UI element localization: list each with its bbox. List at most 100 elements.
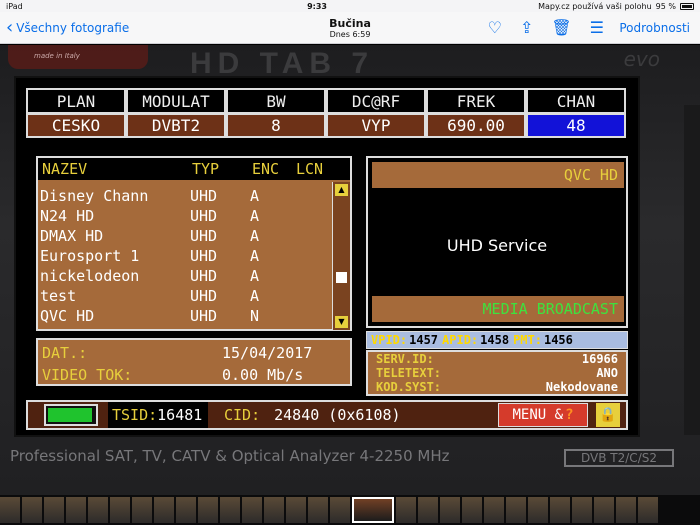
- col-dcrf: DC@RF VYP: [326, 88, 426, 138]
- value-modulat: DVBT2: [126, 113, 226, 138]
- service-name: Disney Chann: [40, 187, 149, 205]
- serv-id-value: 16966: [581, 352, 618, 366]
- thumbnail[interactable]: [506, 497, 526, 523]
- thumbnail[interactable]: [572, 497, 592, 523]
- photo-view[interactable]: made in Italy HD TAB 7 evo PLAN CESKO MOD…: [0, 45, 700, 495]
- header-lcn: LCN: [296, 160, 324, 178]
- thumbnail[interactable]: [616, 497, 636, 523]
- scroll-up-icon[interactable]: ▲: [335, 184, 348, 196]
- pid-strip: VPID: 1457 APID: 1458 PMT: 1456: [366, 331, 628, 349]
- back-button[interactable]: ‹ Všechny fotografie: [6, 18, 176, 37]
- location-note: Mapy.cz používá vaši polohu: [538, 1, 652, 11]
- thumbnail[interactable]: [638, 497, 658, 523]
- thumbnail-selected[interactable]: [352, 497, 394, 523]
- header-modulat: MODULAT: [126, 88, 226, 113]
- service-enc: A: [250, 227, 260, 245]
- service-list-header: NAZEV TYP ENC LCN: [38, 158, 350, 180]
- serv-id-label: SERV.ID:: [376, 352, 434, 366]
- service-enc: A: [250, 287, 260, 305]
- thumbnail[interactable]: [550, 497, 570, 523]
- thumbnail-strip[interactable]: [0, 495, 700, 525]
- header-plan: PLAN: [26, 88, 126, 113]
- pmt-value: 1456: [543, 333, 573, 347]
- thumbnail[interactable]: [88, 497, 108, 523]
- cas-row: KOD.SYST: Nekodovane: [368, 380, 626, 394]
- photo-date: Dnes 6:59: [329, 29, 371, 39]
- battery-percent: 95 %: [655, 1, 676, 11]
- header-chan: CHAN: [526, 88, 626, 113]
- thumbnail[interactable]: [66, 497, 86, 523]
- info-panel: DAT.: 15/04/2017 VIDEO TOK: 0.00 Mb/s: [36, 338, 352, 386]
- list-item[interactable]: test UHD A: [40, 286, 290, 306]
- service-type: UHD: [190, 307, 218, 325]
- analyzer-screen: PLAN CESKO MODULAT DVBT2 BW 8 DC@RF VYP FREK…: [14, 76, 640, 437]
- list-scrollbar[interactable]: ▲ ▼: [332, 182, 350, 330]
- thumbnail[interactable]: [484, 497, 504, 523]
- nav-title-block: Bučina Dnes 6:59: [250, 17, 450, 39]
- service-type: UHD: [190, 247, 218, 265]
- nav-actions: ♡ ⇪ 🗑 ☰: [488, 18, 604, 37]
- share-icon[interactable]: ⇪: [520, 18, 533, 37]
- thumbnail[interactable]: [220, 497, 240, 523]
- bottom-bar: TSID: 16481 CID: 24840 (0x6108) MENU &? 🔒: [26, 400, 628, 430]
- thumbnail[interactable]: [264, 497, 284, 523]
- teletext-value: ANO: [596, 366, 618, 380]
- thumbnail[interactable]: [528, 497, 548, 523]
- service-enc: A: [250, 247, 260, 265]
- scroll-thumb[interactable]: [336, 272, 347, 283]
- thumbnail[interactable]: [22, 497, 42, 523]
- thumbnail[interactable]: [440, 497, 460, 523]
- service-list: NAZEV TYP ENC LCN Disney Chann UHD A N24 H…: [36, 156, 352, 331]
- thumbnail[interactable]: [594, 497, 614, 523]
- adjust-icon[interactable]: ☰: [590, 18, 604, 37]
- heart-icon[interactable]: ♡: [488, 18, 502, 37]
- service-type: UHD: [190, 267, 218, 285]
- list-item[interactable]: Disney Chann UHD A: [40, 186, 290, 206]
- thumbnail[interactable]: [176, 497, 196, 523]
- ios-status-bar: iPad 9:33 Mapy.cz používá vaši polohu 95…: [0, 0, 700, 12]
- thumbnail[interactable]: [0, 497, 20, 523]
- col-chan: CHAN 48: [526, 88, 626, 138]
- thumbnail[interactable]: [396, 497, 416, 523]
- list-item[interactable]: QVC HD UHD N: [40, 306, 290, 326]
- status-right: Mapy.cz používá vaši polohu 95 %: [538, 2, 694, 11]
- menu-button[interactable]: MENU &?: [498, 403, 588, 427]
- lock-icon[interactable]: 🔒: [596, 403, 620, 427]
- thumbnail[interactable]: [308, 497, 328, 523]
- thumbnail[interactable]: [330, 497, 350, 523]
- thumbnail[interactable]: [110, 497, 130, 523]
- back-label: Všechny fotografie: [16, 20, 130, 35]
- service-info: SERV.ID: 16966 TELETEXT: ANO KOD.SYST: Neko…: [366, 350, 628, 396]
- service-type: UHD: [190, 227, 218, 245]
- brand-subtitle: made in Italy: [34, 52, 80, 60]
- date-label: DAT.:: [42, 344, 88, 362]
- battery-icon: [680, 2, 694, 10]
- thumbnail[interactable]: [286, 497, 306, 523]
- device-footer: Professional SAT, TV, CATV & Optical Ana…: [10, 447, 450, 465]
- thumbnail[interactable]: [154, 497, 174, 523]
- tsid-label: TSID:: [112, 406, 158, 424]
- thumbnail[interactable]: [198, 497, 218, 523]
- value-frek: 690.00: [426, 113, 526, 138]
- device-name: iPad: [6, 1, 23, 11]
- list-item[interactable]: Eurosport 1 UHD A: [40, 246, 290, 266]
- list-item[interactable]: DMAX HD UHD A: [40, 226, 290, 246]
- thumbnail[interactable]: [242, 497, 262, 523]
- scroll-down-icon[interactable]: ▼: [335, 316, 348, 328]
- thumbnail[interactable]: [418, 497, 438, 523]
- list-item[interactable]: N24 HD UHD A: [40, 206, 290, 226]
- video-preview: QVC HD UHD Service MEDIA BROADCAST: [366, 156, 628, 328]
- value-dcrf: VYP: [326, 113, 426, 138]
- thumbnail[interactable]: [132, 497, 152, 523]
- preview-channel: QVC HD: [372, 162, 624, 188]
- cid-box: CID: 24840 (0x6108): [218, 402, 498, 428]
- thumbnail[interactable]: [44, 497, 64, 523]
- thumbnail[interactable]: [462, 497, 482, 523]
- service-type: UHD: [190, 207, 218, 225]
- bitrate-label: VIDEO TOK:: [42, 366, 133, 384]
- trash-icon[interactable]: 🗑: [551, 18, 571, 37]
- col-frek: FREK 690.00: [426, 88, 526, 138]
- col-bw: BW 8: [226, 88, 326, 138]
- list-item[interactable]: nickelodeon UHD A: [40, 266, 290, 286]
- details-button[interactable]: Podrobnosti: [619, 21, 690, 35]
